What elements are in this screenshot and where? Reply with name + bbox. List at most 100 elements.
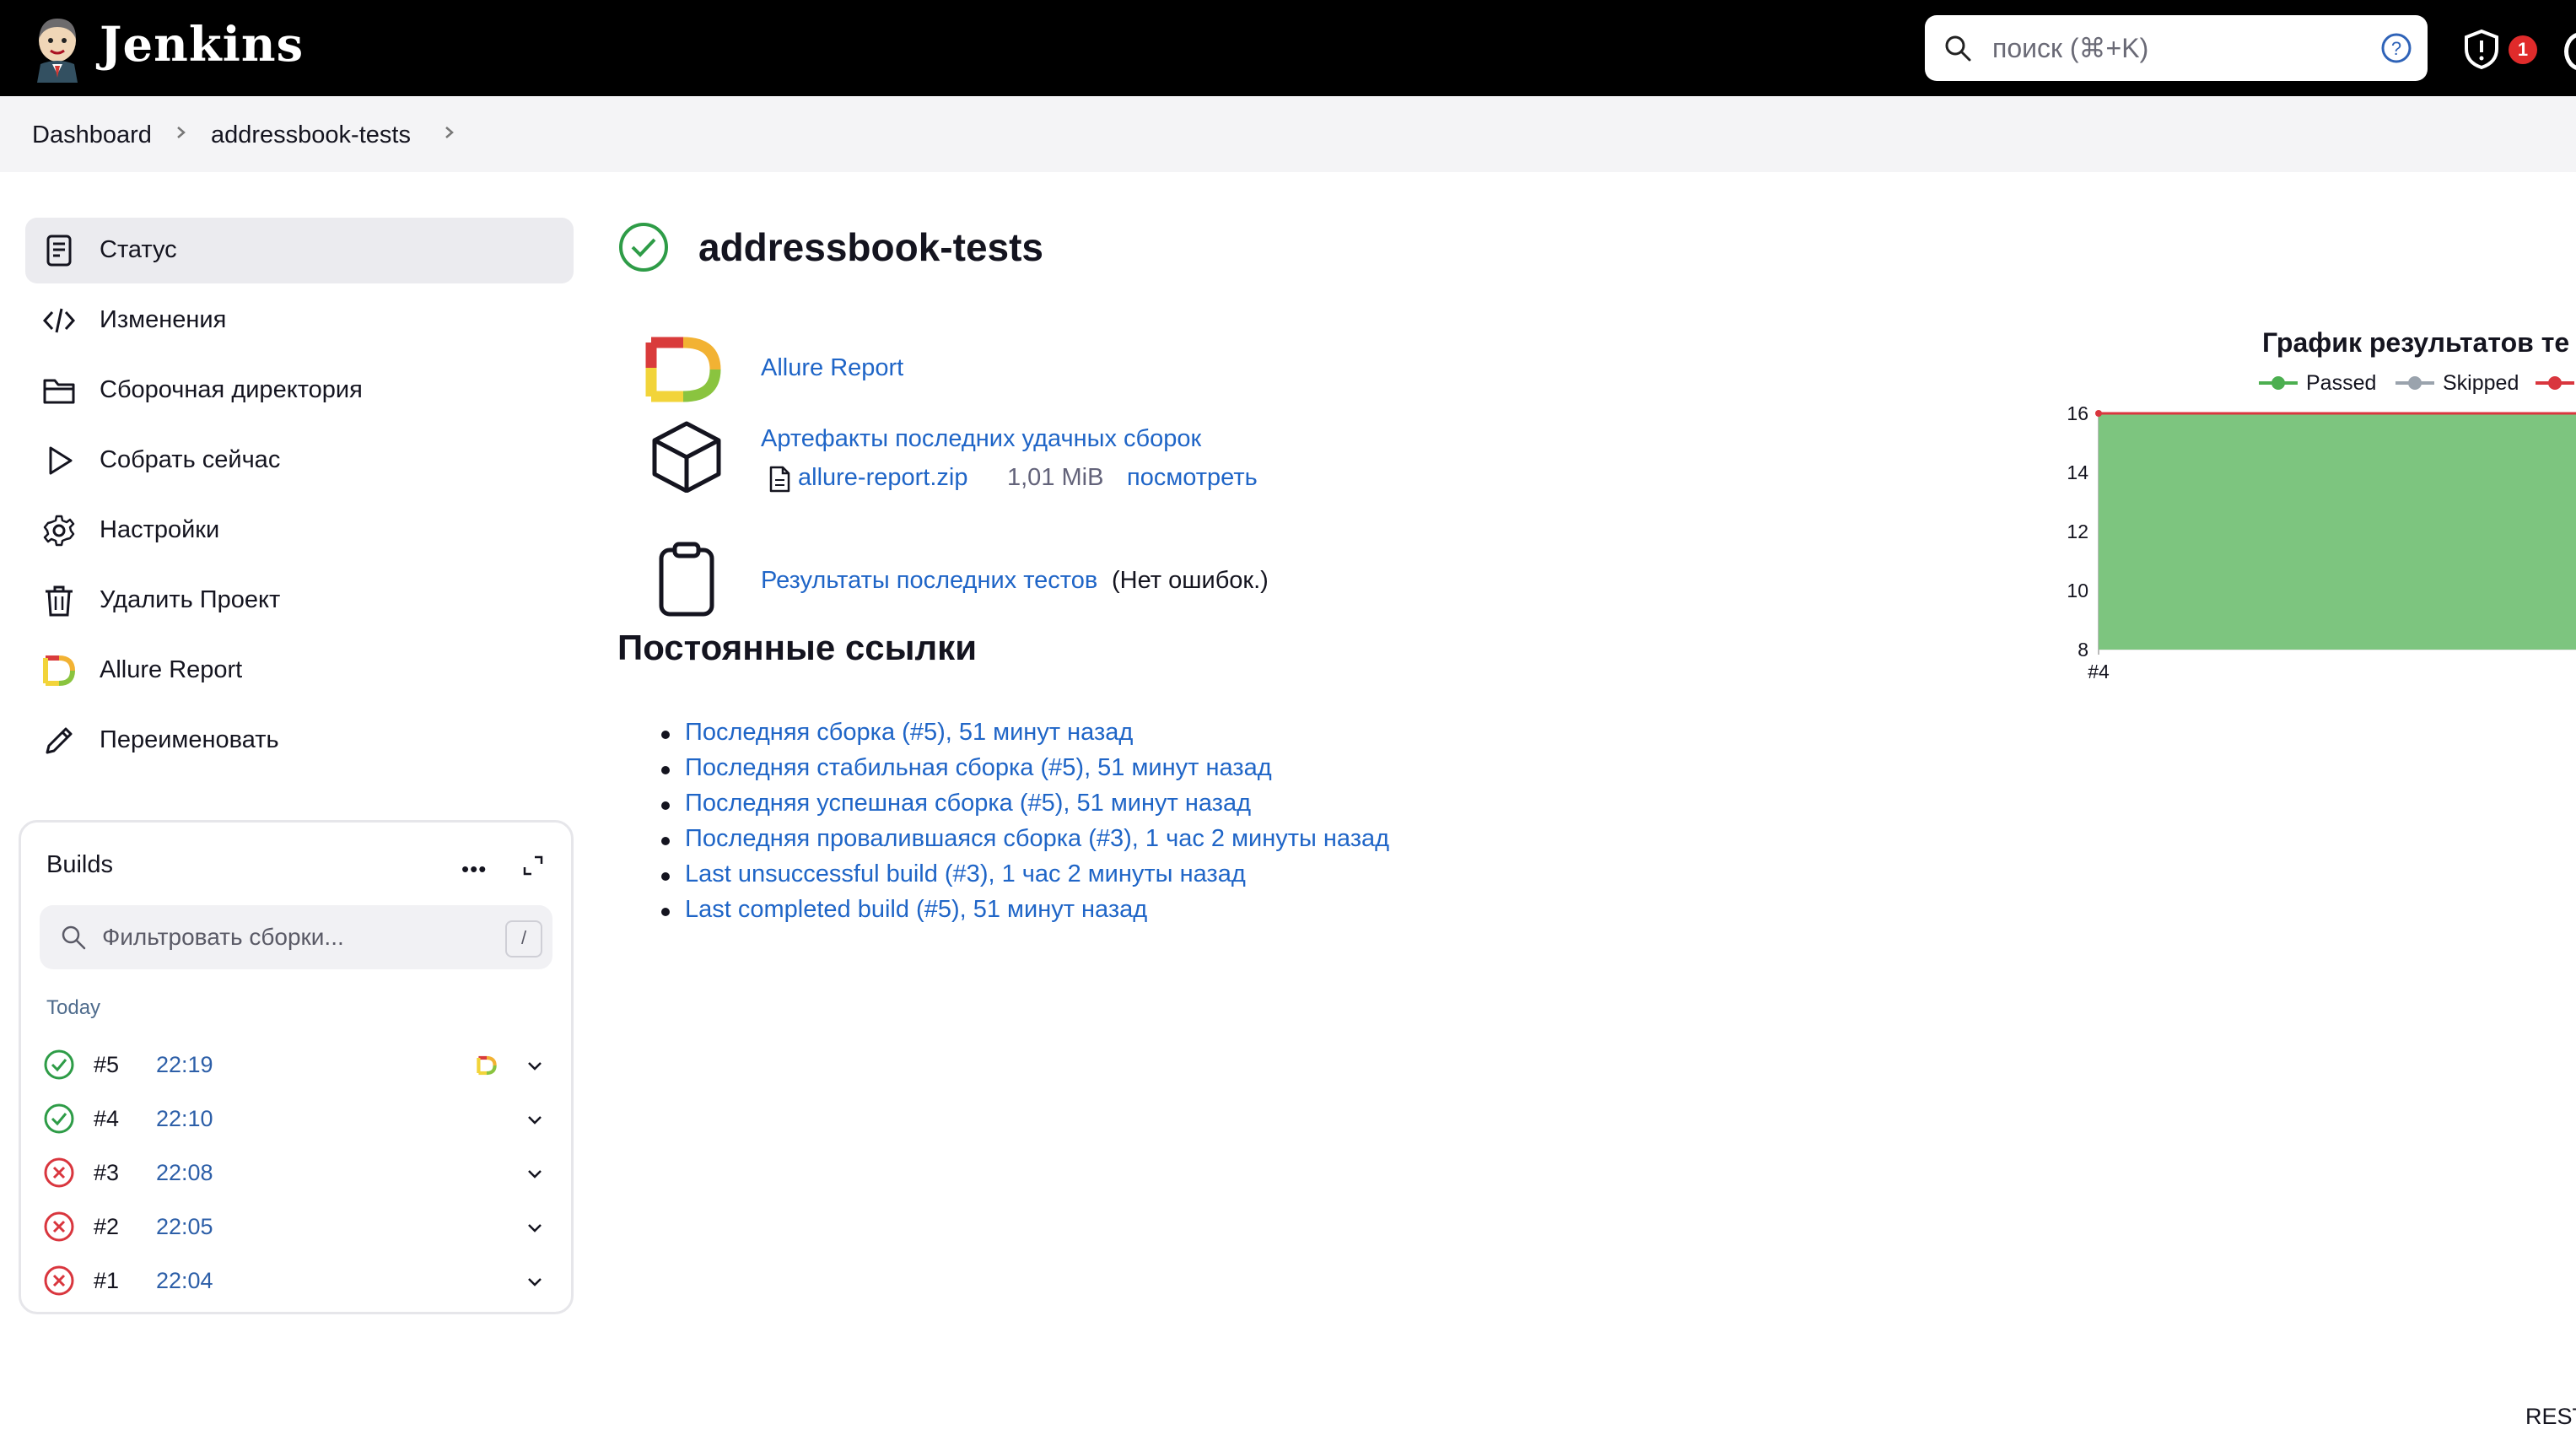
permalinks-title: Постоянные ссылки [617,628,978,667]
allure-report-link[interactable]: Allure Report [761,354,903,382]
sidebar-item-workspace[interactable]: Сборочная директория [25,358,574,423]
page-title: addressbook-tests [698,225,1044,269]
build-time[interactable]: 22:19 [156,1052,213,1078]
clipboard-icon [659,542,714,617]
sidebar-item-label: Собрать сейчас [100,446,281,473]
build-row-5[interactable]: #5 22:19 [43,1038,549,1089]
breadcrumb: Dashboard addressbook-tests [0,96,2576,172]
y-tick-label: 16 [2067,402,2088,424]
allure-icon[interactable] [477,1055,497,1076]
permalink-label[interactable]: Last unsuccessful build (#3), 1 час 2 ми… [685,860,1246,888]
test-results-chart: 16 14 12 10 8 #4 [2067,402,2576,682]
permalink-label[interactable]: Последняя сборка (#5), 51 минут назад [685,719,1133,747]
gear-icon [43,515,75,547]
build-row-4[interactable]: #4 22:10 [43,1092,549,1143]
test-results-note: (Нет ошибок.) [1112,567,1269,594]
build-row-3[interactable]: #3 22:08 [43,1146,549,1197]
permalink-label[interactable]: Последняя стабильная сборка (#5), 51 мин… [685,754,1272,782]
allure-icon[interactable] [644,334,722,405]
permalink-label[interactable]: Last completed build (#5), 51 минут наза… [685,896,1147,924]
legend-label: Passed [2306,371,2377,395]
trash-icon [46,585,73,617]
sidebar-item-allure-report[interactable]: Allure Report [25,638,574,704]
search-icon [1945,35,1971,62]
artifact-size: 1,01 MiB [1007,464,1104,491]
help-icon[interactable]: ? [2380,32,2412,64]
top-bar: Jenkins поиск (⌘+K) ? 1 [0,0,2576,96]
sidebar-item-label: Переименовать [100,726,279,753]
area-passed[interactable] [2099,413,2576,650]
rest-api-link[interactable]: REST [2525,1404,2576,1430]
more-options-icon[interactable]: ••• [461,856,487,882]
legend-marker-failed [2536,376,2574,390]
success-status-icon [619,223,668,272]
jenkins-logo-icon[interactable] [29,15,86,83]
y-tick-label: 12 [2067,521,2088,542]
sidebar-item-rename[interactable]: Переименовать [25,708,574,774]
data-point[interactable] [2095,410,2102,417]
artifacts-link[interactable]: Артефакты последних удачных сборок [761,425,1201,453]
build-time[interactable]: 22:10 [156,1106,213,1132]
artifact-file-link[interactable]: allure-report.zip [798,464,967,492]
chevron-down-icon[interactable] [525,1273,544,1292]
app-name[interactable]: Jenkins [100,17,304,73]
user-menu-icon[interactable] [2564,32,2576,71]
bullet [661,908,670,916]
build-number[interactable]: #5 [94,1052,119,1078]
chevron-down-icon[interactable] [525,1165,544,1184]
sidebar-item-label: Сборочная директория [100,376,363,403]
chart-y-ticks: 16 14 12 10 8 [2067,402,2088,661]
expand-icon[interactable] [520,853,546,878]
build-time[interactable]: 22:08 [156,1160,213,1186]
chevron-down-icon[interactable] [525,1111,544,1130]
breadcrumb-dashboard[interactable]: Dashboard [32,121,152,149]
permalink-label[interactable]: Последняя провалившаяся сборка (#3), 1 ч… [685,825,1389,853]
build-row-1[interactable]: #1 22:04 [43,1254,549,1305]
bullet [661,872,670,881]
sidebar-item-delete-project[interactable]: Удалить Проект [25,568,574,634]
build-row-2[interactable]: #2 22:05 [43,1200,549,1251]
folder-icon [43,379,75,404]
notification-badge[interactable]: 1 [2509,35,2537,64]
sidebar-item-settings[interactable]: Настройки [25,498,574,564]
build-number[interactable]: #3 [94,1160,119,1186]
build-number[interactable]: #4 [94,1106,119,1132]
artifact-view-link[interactable]: посмотреть [1127,464,1258,492]
breadcrumb-project[interactable]: addressbook-tests [211,121,411,149]
bullet [661,731,670,739]
chevron-right-icon[interactable] [442,120,457,145]
chevron-down-icon[interactable] [525,1057,544,1076]
y-tick-label: 10 [2067,580,2088,601]
build-time[interactable]: 22:04 [156,1268,213,1294]
search-placeholder[interactable]: поиск (⌘+K) [1992,32,2148,64]
builds-group-label: Today [46,996,101,1019]
y-tick-label: 8 [2078,639,2088,661]
build-number[interactable]: #1 [94,1268,119,1294]
search-box[interactable]: поиск (⌘+K) ? [1925,15,2428,81]
sidebar-item-changes[interactable]: Изменения [25,288,574,353]
sidebar-item-label: Статус [100,236,177,263]
chart-series [2095,410,2576,650]
file-icon [769,466,790,493]
chevron-down-icon[interactable] [525,1219,544,1238]
sidebar-item-status[interactable]: Статус [25,218,574,283]
filter-builds-input[interactable]: Фильтровать сборки... / [40,905,552,969]
sidebar-item-label: Изменения [100,306,227,333]
build-time[interactable]: 22:05 [156,1214,213,1240]
bullet [661,801,670,810]
filter-shortcut-key: / [505,920,542,957]
build-number[interactable]: #2 [94,1214,119,1240]
success-status-icon [44,1049,74,1080]
code-icon [42,308,76,333]
permalink-label[interactable]: Последняя успешная сборка (#5), 51 минут… [685,790,1251,817]
sidebar-item-label: Удалить Проект [100,586,281,613]
failed-status-icon [44,1211,74,1242]
test-results-link[interactable]: Результаты последних тестов [761,567,1097,595]
sidebar-item-label: Настройки [100,516,220,543]
sidebar-item-build-now[interactable]: Собрать сейчас [25,428,574,494]
success-status-icon [44,1103,74,1134]
chart-title: График результатов те [2262,327,2570,358]
status-icon [46,235,72,267]
security-shield-icon[interactable] [2463,29,2500,69]
chevron-right-icon[interactable] [174,120,189,145]
